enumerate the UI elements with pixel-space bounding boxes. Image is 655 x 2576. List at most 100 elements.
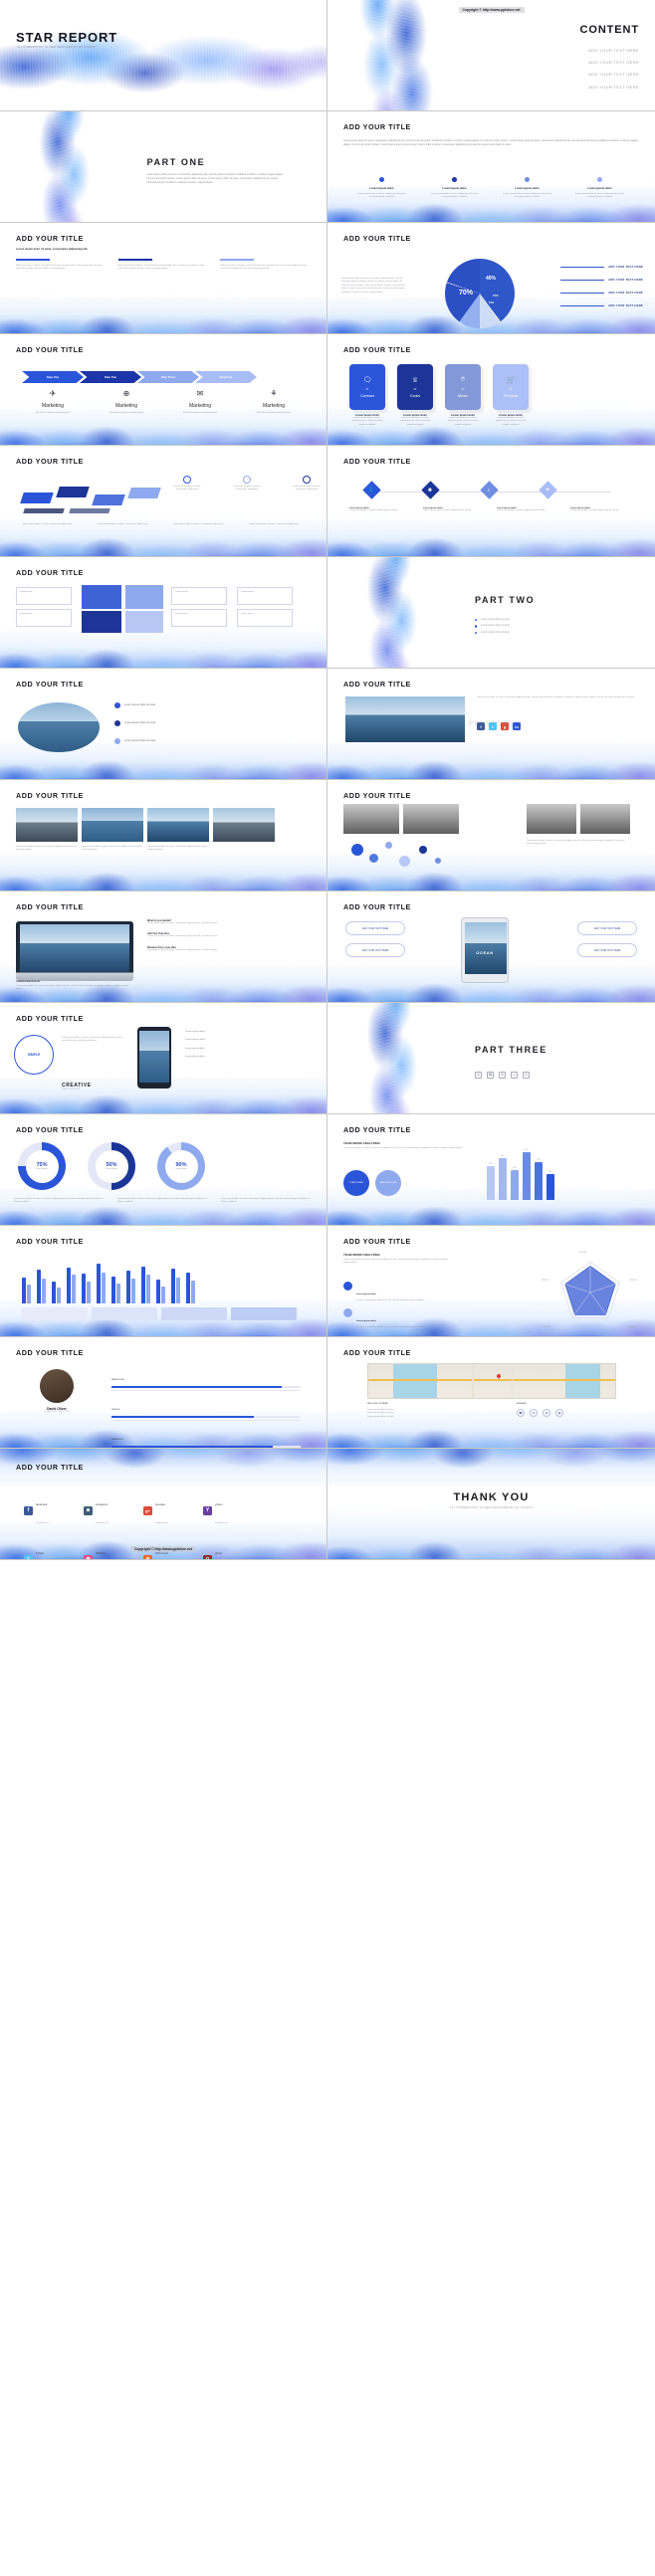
- laptop-item[interactable]: Because this is your idea Lorem ipsum do…: [147, 946, 307, 952]
- chevron-step[interactable]: Step Three: [137, 371, 199, 383]
- slide-diamond-timeline[interactable]: ADD YOUR TITLE 👤 ◉ ⌕ ★ Lorem ipsum dolor…: [328, 446, 655, 557]
- slide-donuts[interactable]: ADD YOUR TITLE 75% Lorem ipsum 50% Lorem…: [0, 1114, 328, 1226]
- grid-photo[interactable]: [16, 808, 78, 842]
- dot-item[interactable]: Lorem ipsum dolor Lorem ipsum dolor sit …: [563, 177, 636, 200]
- legend-item[interactable]: ADD YOUR TEXT HERE: [560, 278, 643, 282]
- matrix-block-accent[interactable]: [125, 611, 163, 633]
- bullet-item[interactable]: Lorem ipsum dolor sit amet: [475, 631, 510, 635]
- slide-map-contact[interactable]: ADD YOUR TITLE WE LOVE TO HEAR AGENDA Lo…: [328, 1337, 655, 1449]
- slide-three-columns[interactable]: ADD YOUR TITLE Lorem ipsum dolor sit ame…: [0, 223, 328, 334]
- tag-badge[interactable]: TEAM POWER: [343, 1170, 369, 1196]
- donut-chart[interactable]: 75% Lorem ipsum: [18, 1142, 66, 1190]
- legend-item[interactable]: ADD YOUR TEXT HERE: [560, 291, 643, 295]
- donut-chart[interactable]: 90% Lorem ipsum: [157, 1142, 205, 1190]
- slide-content[interactable]: Copyright © http://www.pptstore.net CONT…: [328, 0, 655, 111]
- tablet-mockup[interactable]: OCEAN: [461, 917, 509, 983]
- legend-box[interactable]: [161, 1307, 227, 1320]
- diamond-node[interactable]: ★: [539, 481, 557, 499]
- slide-photo-bullets[interactable]: ADD YOUR TITLE Lorem ipsum dolor sit ame…: [0, 669, 328, 780]
- slide-phone-create[interactable]: ADD YOUR TITLE SIMPLE Lorem ipsum dolor …: [0, 1003, 328, 1114]
- slide-matrix-blocks[interactable]: ADD YOUR TITLE Lorem ipsum Lorem ipsum L…: [0, 557, 328, 669]
- matrix-block[interactable]: Lorem ipsum: [237, 609, 293, 627]
- dot-item[interactable]: Lorem ipsum dolor Lorem ipsum dolor sit …: [345, 177, 418, 200]
- matrix-block-accent[interactable]: [125, 585, 163, 609]
- avatar[interactable]: [40, 1369, 74, 1403]
- diamond-node[interactable]: 👤: [362, 481, 381, 499]
- globe-icon[interactable]: ⊕: [543, 1409, 550, 1417]
- laptop-mockup[interactable]: [16, 921, 133, 981]
- dot-item[interactable]: Lorem ipsum dolor Lorem ipsum dolor sit …: [491, 177, 563, 200]
- legend-box[interactable]: [22, 1307, 88, 1320]
- social-item[interactable]: tTwitterfacebook.com: [24, 1541, 84, 1559]
- screen-icon[interactable]: ▭: [511, 1071, 519, 1079]
- column-item[interactable]: When you write or sketch, you'll know th…: [117, 259, 210, 271]
- matrix-block[interactable]: Lorem ipsum: [171, 609, 227, 627]
- target-icon[interactable]: ◎: [475, 1071, 483, 1079]
- content-item[interactable]: ADD YOUR TEXT HERE: [588, 85, 639, 90]
- slide-part-three[interactable]: PART THREE ◎ ▤ ✲ ▭ ◷: [328, 1003, 655, 1114]
- chevron-step[interactable]: Step Four: [195, 371, 257, 383]
- slide-zigzag-process[interactable]: ADD YOUR TITLE Lorem ipsum dolor sit ame…: [0, 446, 328, 557]
- step-detail[interactable]: ✈ Marketing We build an efficient market…: [16, 390, 90, 415]
- badge[interactable]: ADD YOUR TEXT HERE: [345, 921, 405, 935]
- legend-box[interactable]: [231, 1307, 297, 1320]
- phone-item[interactable]: Lorem ipsum dolor: [185, 1039, 307, 1042]
- social-item[interactable]: pprinstfacebook.com: [203, 1541, 263, 1559]
- bullet-row[interactable]: Lorem ipsum dolor sit amet: [114, 738, 155, 744]
- matrix-block[interactable]: Lorem ipsum: [16, 609, 72, 627]
- bullet-row[interactable]: Lorem ipsum dolor sit amet: [114, 720, 155, 726]
- social-item[interactable]: Yyahoo facebook.com: [203, 1492, 263, 1528]
- social-item[interactable]: f facebook facebook.com: [24, 1492, 84, 1528]
- content-item[interactable]: ADD YOUR TEXT HERE: [588, 48, 639, 53]
- matrix-block[interactable]: Lorem ipsum: [171, 587, 227, 605]
- step-detail[interactable]: ⚘ Marketing We build an efficient market…: [237, 390, 311, 415]
- slide-profile[interactable]: ADD YOUR TITLE David Oliver CREATIVE DIR…: [0, 1337, 328, 1449]
- chevron-step[interactable]: Step One: [22, 371, 84, 383]
- legend-item[interactable]: ADD YOUR TEXT HERE: [560, 303, 643, 307]
- badge[interactable]: ADD YOUR TEXT HERE: [345, 943, 405, 957]
- slide-bar-chart[interactable]: ADD YOUR TITLE: [0, 1226, 328, 1337]
- matrix-block-accent[interactable]: [82, 611, 121, 633]
- legend-box[interactable]: [92, 1307, 157, 1320]
- badge[interactable]: ADD YOUR TEXT HERE: [577, 921, 637, 935]
- grid-photo[interactable]: [82, 808, 143, 842]
- slide-part-two[interactable]: PART TWO Lorem ipsum dolor sit amet Lore…: [328, 557, 655, 669]
- skill-row[interactable]: MARKETING: [111, 1367, 301, 1391]
- bw-photo[interactable]: [403, 804, 459, 834]
- column-item[interactable]: When you write or sketch, you'll know th…: [220, 259, 312, 271]
- map-image[interactable]: [367, 1363, 616, 1399]
- dot-item[interactable]: Lorem ipsum dolor Lorem ipsum dolor sit …: [418, 177, 491, 200]
- landscape-photo[interactable]: [345, 696, 465, 742]
- chevron-step[interactable]: Step Two: [80, 371, 141, 383]
- slide-team-work-analyzing[interactable]: ADD YOUR TITLE TEAM WORK ANALYZING Lorem…: [328, 1114, 655, 1226]
- slide-part-one[interactable]: PART ONE Lorem ipsum dolor sit amet, con…: [0, 111, 328, 223]
- grid-photo[interactable]: [147, 808, 209, 842]
- social-item[interactable]: ◙ instagram facebook.com: [84, 1492, 143, 1528]
- bw-photo[interactable]: [343, 804, 399, 834]
- gear-icon[interactable]: ✲: [499, 1071, 507, 1079]
- matrix-block-accent[interactable]: [82, 585, 121, 609]
- slide-steps[interactable]: ADD YOUR TITLE Step One Step Two Step Th…: [0, 334, 328, 446]
- slide-radar-chart[interactable]: ADD YOUR TITLE TEAM WORK ANALYZING Lorem…: [328, 1226, 655, 1337]
- slide-photo-grid[interactable]: ADD YOUR TITLE Lorem ipsum dolor sit ame…: [0, 780, 328, 892]
- grid-photo[interactable]: [213, 808, 275, 842]
- content-item[interactable]: ADD YOUR TEXT HERE: [588, 72, 639, 77]
- skill-row[interactable]: DESIGN: [111, 1397, 301, 1421]
- mail-icon[interactable]: ✉: [530, 1409, 538, 1417]
- phone-item[interactable]: Lorem ipsum dolor: [185, 1056, 307, 1059]
- slide-cover[interactable]: STAR REPORT ALL POWERPOINT SLIDER DESIGN…: [0, 0, 328, 111]
- legend-item[interactable]: ADD YOUR TEXT HERE: [560, 265, 643, 269]
- content-item[interactable]: ADD YOUR TEXT HERE: [588, 60, 639, 65]
- step-detail[interactable]: ⊕ Marketing We build an efficient market…: [90, 390, 163, 415]
- diamond-node[interactable]: ⌕: [480, 481, 499, 499]
- matrix-block[interactable]: Lorem ipsum: [237, 587, 293, 605]
- slide-four-dots[interactable]: ADD YOUR TITLE Lorem ipsum dolor sit ame…: [328, 111, 655, 223]
- simple-circle[interactable]: SIMPLE: [14, 1035, 54, 1075]
- phone-item[interactable]: Lorem ipsum dolor: [185, 1048, 307, 1051]
- diamond-node[interactable]: ◉: [421, 481, 440, 499]
- bullet-item[interactable]: Lorem ipsum dolor sit amet: [475, 624, 510, 628]
- card[interactable]: 🗨 01 Contact: [349, 364, 385, 410]
- step-detail[interactable]: ✉ Marketing We build an efficient market…: [163, 390, 237, 415]
- phone-item[interactable]: Lorem ipsum dolor: [185, 1031, 307, 1034]
- bullet-item[interactable]: Lorem ipsum dolor sit amet: [475, 618, 510, 622]
